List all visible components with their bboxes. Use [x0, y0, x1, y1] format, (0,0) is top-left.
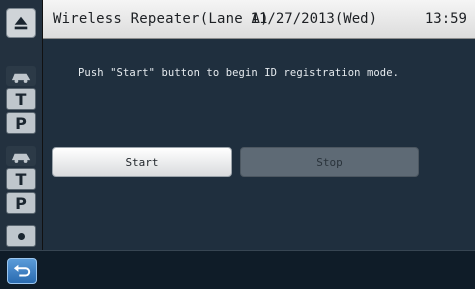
rail-item-p[interactable]: P — [6, 192, 36, 214]
rail-item-t[interactable]: T — [6, 168, 36, 190]
start-button[interactable]: Start — [52, 147, 232, 177]
dot-mark — [17, 232, 25, 240]
back-button[interactable] — [7, 258, 37, 284]
left-rail: T P T P — [0, 0, 43, 250]
title-bar: Wireless Repeater(Lane A) 11/27/2013(Wed… — [43, 0, 475, 39]
rail-item-p[interactable]: P — [6, 112, 36, 134]
return-arrow-icon — [13, 264, 31, 277]
dot-icon[interactable] — [6, 225, 36, 247]
rail-group-1: T P — [6, 66, 36, 136]
eject-icon — [14, 16, 28, 30]
stop-button[interactable]: Stop — [240, 147, 419, 177]
car-icon[interactable] — [6, 66, 36, 86]
eject-button[interactable] — [6, 8, 36, 38]
car-icon-graphic — [11, 153, 31, 163]
screen: T P T P Wireless Repeater(Lane A) 11/27/… — [0, 0, 475, 289]
rail-item-t[interactable]: T — [6, 88, 36, 110]
car-icon-graphic — [11, 73, 31, 83]
time-display: 13:59 — [424, 11, 467, 27]
rail-group-2: T P — [6, 146, 36, 216]
car-icon[interactable] — [6, 146, 36, 166]
date-display: 11/27/2013(Wed) — [250, 11, 377, 27]
instruction-message: Push "Start" button to begin ID registra… — [78, 67, 400, 79]
rail-group-3 — [6, 225, 36, 249]
bottom-bar — [0, 250, 475, 289]
page-title: Wireless Repeater(Lane A) — [53, 11, 269, 27]
